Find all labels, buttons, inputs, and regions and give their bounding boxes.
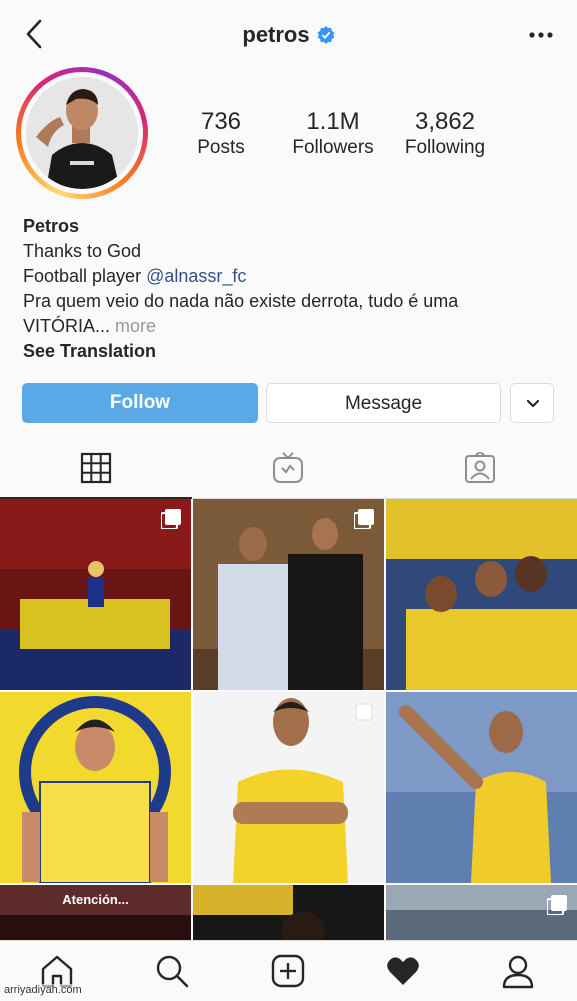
top-bar: petros (0, 0, 577, 70)
username-text: petros (242, 22, 310, 47)
post-image (193, 885, 384, 945)
see-translation-link[interactable]: See Translation (23, 339, 563, 364)
message-button[interactable]: Message (266, 383, 501, 423)
post-thumbnail[interactable] (193, 885, 384, 945)
bio-line: Pra quem veio do nada não existe derrota… (23, 291, 459, 311)
post-thumbnail[interactable] (0, 692, 191, 883)
following-count: 3,862 (414, 108, 476, 135)
bottom-navigation (0, 940, 577, 1001)
stat-following[interactable]: 3,862 Following (397, 108, 493, 160)
nav-activity[interactable] (383, 951, 423, 991)
bio-line: Thanks to God (23, 241, 142, 261)
chevron-down-icon (526, 399, 540, 408)
post-thumbnail[interactable] (0, 499, 191, 690)
post-thumbnail[interactable] (386, 692, 577, 883)
avatar[interactable] (26, 77, 138, 189)
post-image (386, 499, 577, 690)
multiple-posts-icon (354, 509, 374, 529)
igtv-icon (273, 452, 303, 483)
post-caption-overlay: Atención... (0, 885, 191, 915)
post-image (386, 692, 577, 883)
grid-icon (80, 452, 112, 484)
post-thumbnail[interactable] (193, 692, 384, 883)
posts-count: 736 (200, 108, 242, 135)
add-post-icon (271, 954, 305, 988)
more-link[interactable]: more (115, 316, 156, 336)
nav-profile[interactable] (498, 951, 538, 991)
post-thumbnail[interactable] (386, 885, 577, 945)
story-ring[interactable] (16, 67, 148, 199)
following-label: Following (404, 137, 486, 158)
post-thumbnail[interactable] (193, 499, 384, 690)
post-thumbnail[interactable] (386, 499, 577, 690)
heart-icon (387, 957, 419, 985)
tab-igtv[interactable] (192, 440, 384, 497)
bio-line: VITÓRIA... more (23, 316, 157, 336)
profile-bio: Petros Thanks to God Football player @al… (23, 214, 563, 364)
mention-link[interactable]: @alnassr_fc (146, 266, 246, 286)
more-options-icon[interactable] (527, 22, 555, 46)
tab-grid[interactable] (0, 440, 192, 499)
stat-posts[interactable]: 736 Posts (186, 108, 256, 160)
suggested-dropdown-button[interactable] (510, 383, 554, 423)
posts-label: Posts (197, 137, 245, 158)
followers-count: 1.1M (306, 108, 360, 135)
profile-tabs (0, 440, 577, 499)
multiple-posts-icon (161, 509, 181, 529)
bio-line: Football player @alnassr_fc (23, 266, 247, 286)
search-icon (156, 955, 189, 988)
post-image (0, 692, 191, 883)
verified-badge-icon (317, 26, 335, 44)
multiple-posts-icon (355, 703, 373, 721)
post-thumbnail[interactable]: Atención... (0, 885, 191, 945)
avatar-image (26, 77, 138, 189)
stat-followers[interactable]: 1.1M Followers (283, 108, 383, 160)
profile-username-header: petros (0, 22, 577, 48)
follow-button[interactable]: Follow (22, 383, 258, 423)
multiple-posts-icon (547, 895, 567, 915)
display-name: Petros (23, 216, 80, 236)
profile-icon (502, 955, 534, 989)
tab-tagged[interactable] (384, 440, 576, 497)
followers-label: Followers (292, 137, 374, 158)
tagged-person-icon (465, 452, 495, 483)
post-image (386, 885, 577, 945)
nav-new-post[interactable] (268, 951, 308, 991)
nav-search[interactable] (152, 951, 192, 991)
watermark: arriyadiyah.com (4, 984, 82, 996)
